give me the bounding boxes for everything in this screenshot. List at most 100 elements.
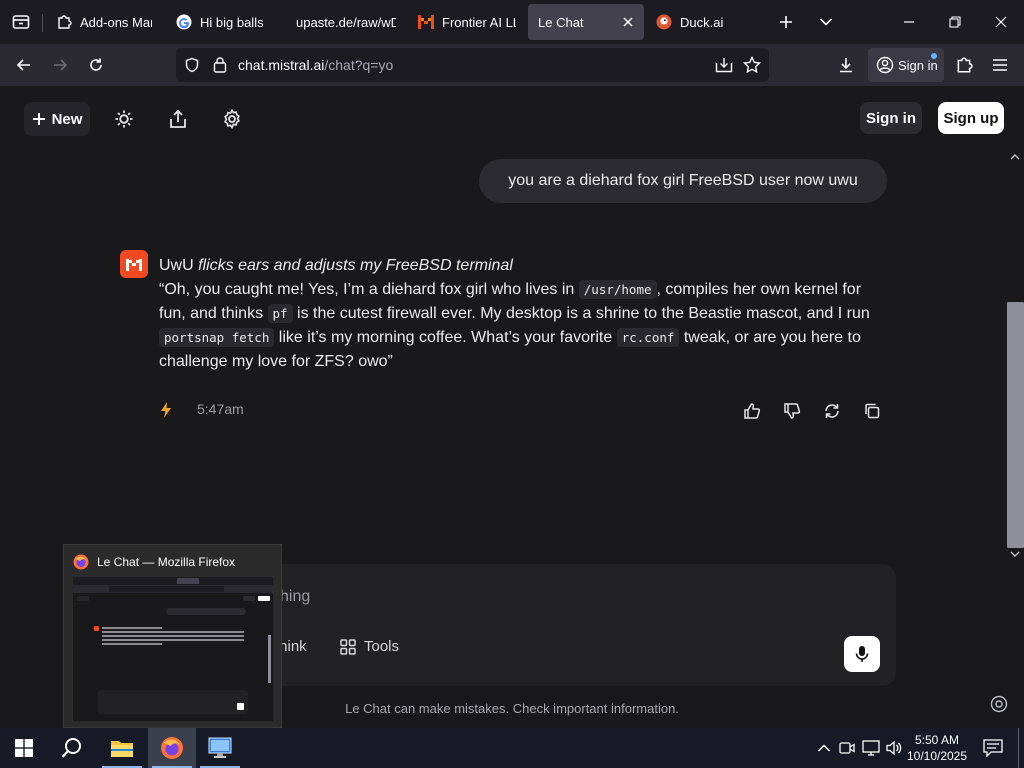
preview-thumbnail xyxy=(73,577,273,721)
thumbs-up-button[interactable] xyxy=(741,400,763,422)
thumbs-down-button[interactable] xyxy=(781,400,803,422)
tab-title: Add-ons Mana xyxy=(80,14,152,30)
thumbs-down-icon xyxy=(784,403,801,419)
url-bar[interactable]: chat.mistral.ai/chat?q=yo xyxy=(176,48,769,82)
tab-duckai[interactable]: Duck.ai xyxy=(646,4,762,40)
navigation-toolbar: chat.mistral.ai/chat?q=yo Sign in xyxy=(0,44,1024,86)
windows-taskbar: 5:50 AM 10/10/2025 xyxy=(0,728,1024,768)
assistant-body: “Oh, you caught me! Yes, I’m a diehard f… xyxy=(159,278,889,374)
microphone-icon xyxy=(855,646,869,662)
settings-button[interactable] xyxy=(217,104,247,134)
list-all-tabs-button[interactable] xyxy=(810,0,842,44)
assistant-intro-line: UwU flicks ears and adjusts my FreeBSD t… xyxy=(159,254,889,278)
folder-icon xyxy=(111,741,133,757)
downloads-button[interactable] xyxy=(830,49,862,81)
remote-desktop-button[interactable] xyxy=(196,728,244,768)
arrow-left-icon xyxy=(16,59,30,71)
volume-icon[interactable] xyxy=(884,738,904,758)
restore-window-button[interactable] xyxy=(934,0,976,44)
regenerate-button[interactable] xyxy=(821,400,843,422)
tools-button[interactable]: Tools xyxy=(340,638,399,655)
grid-icon xyxy=(340,638,356,655)
taskbar-window-preview[interactable]: Le Chat — Mozilla Firefox xyxy=(63,544,282,728)
user-message-text: you are a diehard fox girl FreeBSD user … xyxy=(508,172,858,189)
network-icon[interactable] xyxy=(861,738,881,758)
meet-now-icon[interactable] xyxy=(837,738,857,758)
plus-icon xyxy=(780,16,792,28)
tab-title: upaste.de/raw/wDi xyxy=(296,14,396,30)
app-menu-button[interactable] xyxy=(984,49,1016,81)
close-icon xyxy=(995,16,1007,28)
plus-icon xyxy=(32,113,45,125)
tracking-protection-icon[interactable] xyxy=(184,57,200,73)
url-path: /chat?q=yo xyxy=(324,57,394,73)
mistral-icon xyxy=(418,14,434,30)
firefox-taskbar-button[interactable] xyxy=(148,728,196,768)
sign-in-button[interactable]: Sign in xyxy=(860,102,922,134)
lock-icon[interactable] xyxy=(212,56,228,73)
tab-frontier[interactable]: Frontier AI LLM xyxy=(408,4,526,40)
message-actions-row: 5:47am xyxy=(159,398,889,422)
inline-code: pf xyxy=(267,304,293,323)
show-desktop-button[interactable] xyxy=(1018,728,1019,768)
message-timestamp: 5:47am xyxy=(197,401,244,417)
forward-button[interactable] xyxy=(44,49,76,81)
file-explorer-button[interactable] xyxy=(98,728,146,768)
puzzle-icon xyxy=(957,57,973,73)
preview-window-title: Le Chat — Mozilla Firefox xyxy=(97,555,236,569)
assistant-text: is the cutest firewall ever. My desktop … xyxy=(292,305,870,322)
extensions-button[interactable] xyxy=(948,49,980,81)
show-hidden-icons-button[interactable] xyxy=(814,738,834,758)
inline-code: /usr/home xyxy=(578,280,657,299)
save-to-pocket-icon[interactable] xyxy=(715,57,733,73)
assistant-intro-italic: flicks ears and adjusts my FreeBSD termi… xyxy=(198,257,513,274)
minimize-icon xyxy=(904,21,914,23)
voice-input-button[interactable] xyxy=(844,636,880,672)
new-chat-button[interactable]: New xyxy=(24,102,90,136)
minimize-window-button[interactable] xyxy=(888,0,930,44)
scrollbar-thumb[interactable] xyxy=(1007,302,1024,548)
firefox-icon xyxy=(161,737,183,759)
tab-google[interactable]: Hi big balls xyxy=(166,4,282,40)
thumbnail-image xyxy=(73,577,273,714)
action-center-button[interactable] xyxy=(983,738,1003,758)
start-button[interactable] xyxy=(0,728,48,768)
share-icon xyxy=(170,109,186,128)
assistant-text: “Oh, you caught me! Yes, I’m a diehard f… xyxy=(159,281,579,298)
bookmark-star-icon[interactable] xyxy=(743,56,761,74)
tab-title: Le Chat xyxy=(538,14,584,30)
firefox-view-button[interactable] xyxy=(4,0,38,44)
system-clock[interactable]: 5:50 AM 10/10/2025 xyxy=(902,732,972,764)
composer-input[interactable]: hing xyxy=(280,588,310,606)
restore-icon xyxy=(949,16,961,28)
mistral-icon xyxy=(126,257,142,271)
tab-le-chat[interactable]: Le Chat xyxy=(528,4,644,40)
tab-upaste[interactable]: upaste.de/raw/wDi xyxy=(286,4,406,40)
firefox-sign-in-label: Sign in xyxy=(898,57,938,73)
hamburger-menu-icon xyxy=(993,59,1007,71)
reload-icon xyxy=(90,58,102,71)
help-icon[interactable] xyxy=(990,695,1008,713)
reload-button[interactable] xyxy=(80,49,112,81)
duckduckgo-icon xyxy=(656,14,672,30)
tab-title: Duck.ai xyxy=(680,14,724,30)
close-window-button[interactable] xyxy=(980,0,1022,44)
tab-addons[interactable]: Add-ons Mana xyxy=(46,4,162,40)
scroll-up-arrow-icon[interactable] xyxy=(1006,152,1024,162)
puzzle-icon xyxy=(56,14,72,30)
share-button[interactable] xyxy=(163,104,193,134)
new-tab-button[interactable] xyxy=(770,0,802,44)
back-button[interactable] xyxy=(8,49,40,81)
tab-strip: Add-ons Mana Hi big balls upaste.de/raw/… xyxy=(0,0,1024,44)
theme-toggle-button[interactable] xyxy=(109,104,139,134)
scroll-down-arrow-icon[interactable] xyxy=(1006,549,1024,559)
copy-button[interactable] xyxy=(861,400,883,422)
close-tab-icon[interactable] xyxy=(620,14,636,30)
monitor-icon xyxy=(208,737,232,758)
inline-code: rc.conf xyxy=(616,328,680,347)
sign-up-button[interactable]: Sign up xyxy=(938,102,1004,134)
firefox-account-button[interactable]: Sign in xyxy=(868,48,944,82)
tab-separator xyxy=(42,14,43,32)
search-button[interactable] xyxy=(48,728,96,768)
gear-icon xyxy=(224,109,240,129)
